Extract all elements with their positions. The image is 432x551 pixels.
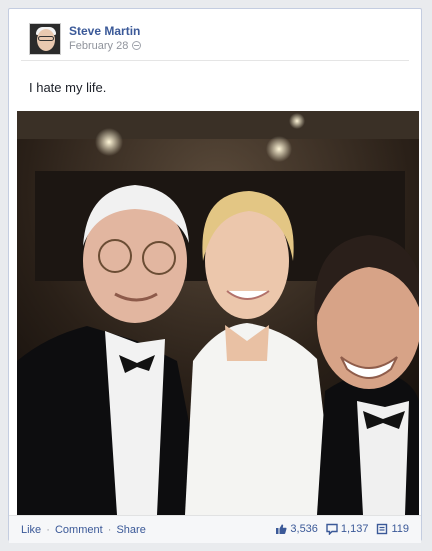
comments-count: 1,137: [340, 523, 369, 535]
post-date[interactable]: February 28: [69, 40, 128, 52]
ceiling: [17, 111, 419, 139]
ceiling-light: [95, 128, 123, 156]
avatar-glasses: [38, 36, 54, 41]
author-name[interactable]: Steve Martin: [69, 24, 140, 38]
ceiling-light: [266, 136, 292, 162]
thumbs-up-icon: [276, 524, 287, 534]
post-counts: 3,536 1,137 119: [267, 523, 409, 535]
post-meta: February 28: [69, 40, 142, 52]
shares-count-item[interactable]: 119: [376, 523, 409, 535]
avatar[interactable]: [29, 23, 61, 55]
globe-icon[interactable]: [132, 41, 142, 50]
post-card: Steve Martin February 28 I hate my life.: [8, 8, 422, 543]
comments-count-item[interactable]: 1,137: [326, 523, 369, 535]
post-photo[interactable]: [17, 111, 419, 515]
like-link[interactable]: Like: [21, 524, 41, 536]
header-divider: [21, 60, 409, 61]
post-footer: Like · Comment · Share 3,536 1,137 119: [9, 515, 421, 543]
share-icon: [377, 523, 388, 535]
ceiling-light: [289, 113, 305, 129]
share-link[interactable]: Share: [116, 524, 145, 536]
likes-count-item[interactable]: 3,536: [275, 523, 318, 535]
shares-count: 119: [391, 523, 409, 535]
likes-count: 3,536: [290, 523, 318, 535]
post-actions: Like · Comment · Share: [21, 524, 146, 536]
comment-link[interactable]: Comment: [55, 524, 103, 536]
action-separator: ·: [46, 524, 50, 536]
post-header: Steve Martin February 28: [29, 23, 409, 57]
photo-image: [17, 111, 419, 515]
action-separator: ·: [107, 524, 112, 536]
comment-icon: [326, 523, 338, 535]
post-text: I hate my life.: [29, 80, 107, 95]
